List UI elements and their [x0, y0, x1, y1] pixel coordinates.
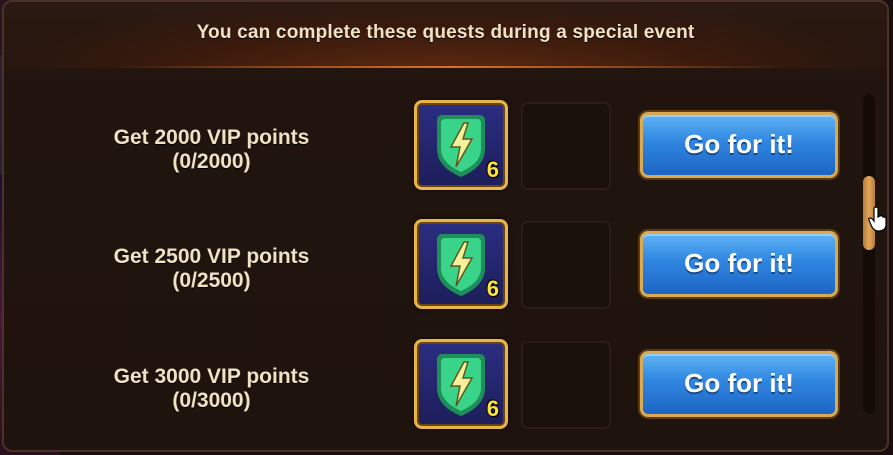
energy-bolt-icon: [437, 354, 485, 416]
hand-cursor-icon: [868, 206, 887, 232]
quest-panel: You can complete these quests during a s…: [2, 0, 889, 452]
quest-title: Get 3000 VIP points: [113, 365, 310, 388]
quest-row: Get 3000 VIP points (0/3000) 6 Go for it…: [4, 339, 854, 435]
go-for-it-button[interactable]: Go for it!: [640, 351, 838, 417]
quest-row: Get 2500 VIP points (0/2500) 6 Go for it…: [4, 219, 854, 315]
reward-count: 6: [486, 276, 499, 301]
quest-label: Get 3000 VIP points (0/3000): [99, 365, 324, 413]
empty-reward-slot: [521, 102, 611, 190]
reward-count: 6: [486, 396, 499, 421]
energy-bolt-icon: [437, 115, 485, 177]
header-divider: [114, 66, 784, 68]
reward-slot[interactable]: 6: [414, 100, 508, 190]
quest-title: Get 2000 VIP points: [113, 126, 310, 149]
quest-title: Get 2500 VIP points: [113, 245, 310, 268]
panel-header: You can complete these quests during a s…: [4, 2, 887, 68]
go-for-it-button[interactable]: Go for it!: [640, 231, 838, 297]
quest-progress: (0/2000): [172, 150, 251, 173]
reward-slot[interactable]: 6: [414, 339, 508, 429]
scrollbar-track[interactable]: [863, 94, 875, 414]
panel-title: You can complete these quests during a s…: [196, 22, 695, 43]
empty-reward-slot: [521, 221, 611, 309]
go-for-it-button[interactable]: Go for it!: [640, 112, 838, 178]
reward-slot[interactable]: 6: [414, 219, 508, 309]
empty-reward-slot: [521, 341, 611, 429]
energy-bolt-icon: [437, 234, 485, 296]
reward-count: 6: [486, 157, 499, 182]
quest-label: Get 2500 VIP points (0/2500): [99, 245, 324, 293]
quest-progress: (0/3000): [172, 389, 251, 412]
quest-progress: (0/2500): [172, 269, 251, 292]
quest-row: Get 2000 VIP points (0/2000) 6 Go for it…: [4, 100, 854, 196]
quest-label: Get 2000 VIP points (0/2000): [99, 126, 324, 174]
